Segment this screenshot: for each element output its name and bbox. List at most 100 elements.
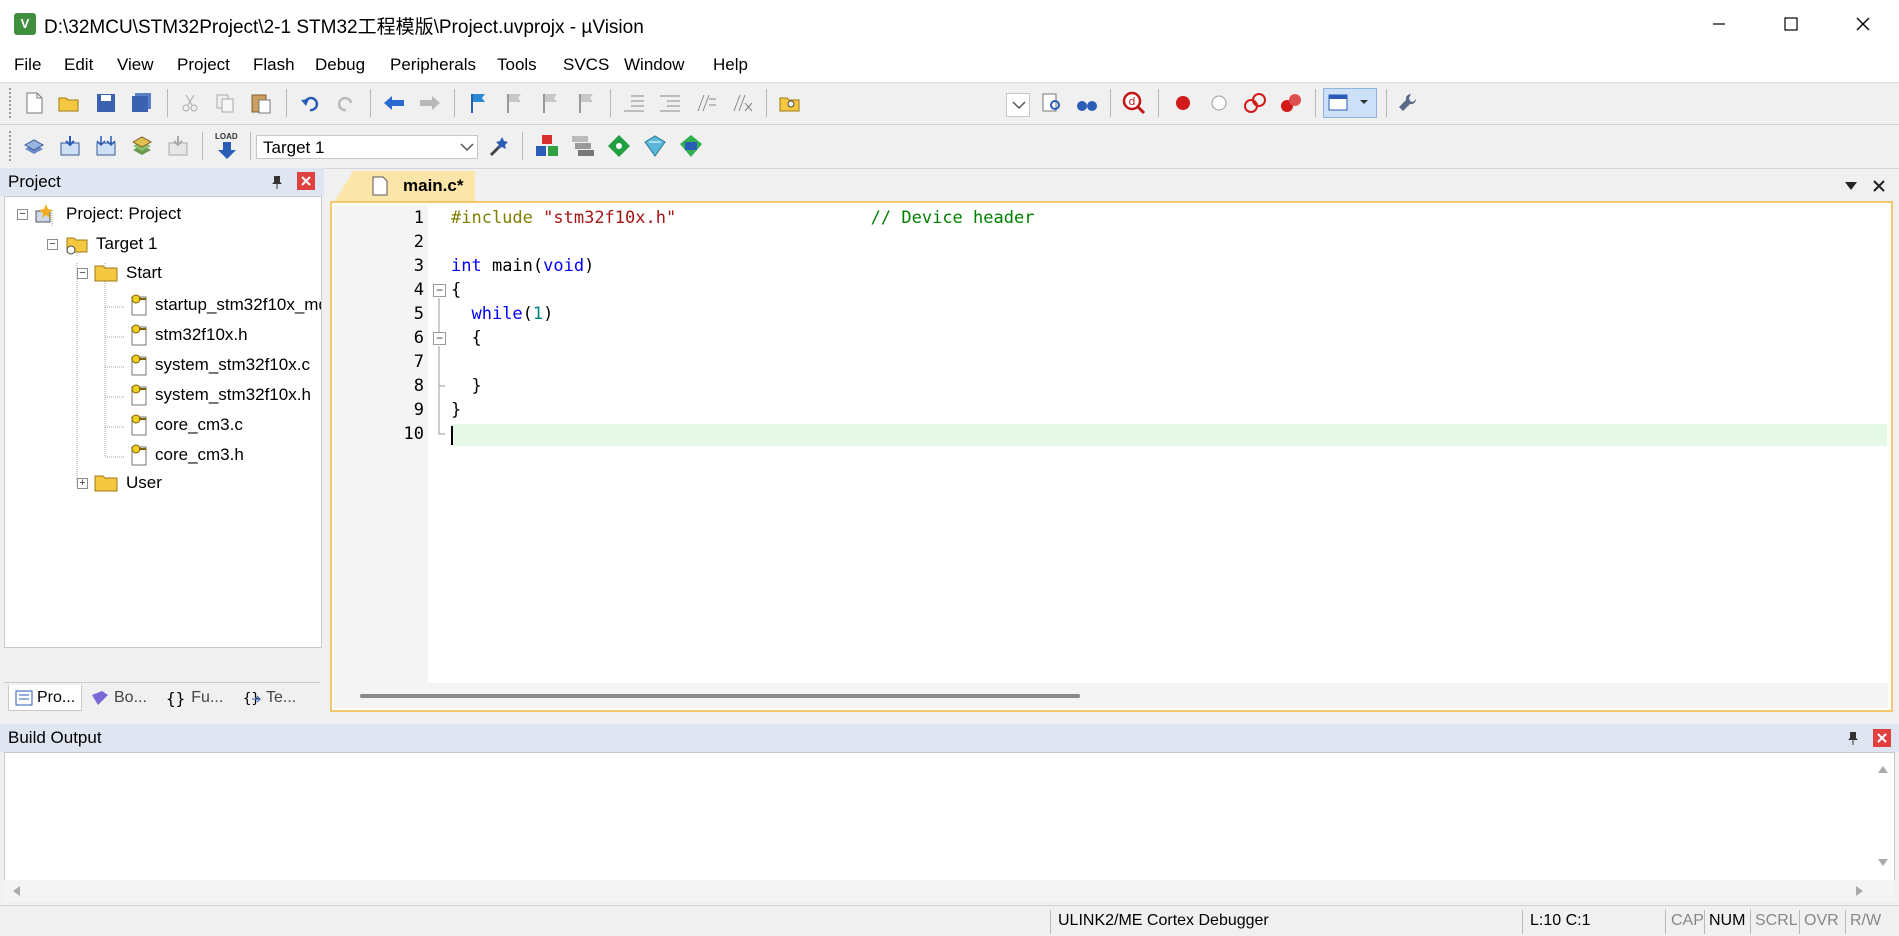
navigate-forward-button[interactable] <box>418 91 442 115</box>
collapse-toggle[interactable]: − <box>77 267 88 279</box>
toolbar-grip[interactable] <box>9 131 14 161</box>
source-file-key-icon <box>131 294 147 316</box>
tab-project[interactable]: Pro... <box>8 685 82 711</box>
select-packs-button[interactable] <box>571 134 595 158</box>
pin-icon[interactable] <box>1845 730 1861 746</box>
batch-build-button[interactable] <box>130 134 154 158</box>
close-build-output-button[interactable] <box>1873 729 1891 747</box>
close-project-pane-button[interactable] <box>297 172 315 190</box>
menu-project[interactable]: Project <box>177 55 230 75</box>
navigate-back-button[interactable] <box>382 91 406 115</box>
configure-button[interactable] <box>1396 91 1420 115</box>
menu-svcs[interactable]: SVCS <box>563 55 609 75</box>
find-text-combo[interactable] <box>1006 93 1030 117</box>
build-output-horizontal-scrollbar[interactable] <box>4 880 1895 902</box>
menu-peripherals[interactable]: Peripherals <box>390 55 476 75</box>
project-pane-header: Project <box>0 168 324 196</box>
tree-file-core-cm3-h[interactable]: core_cm3.h <box>129 443 244 467</box>
collapse-toggle[interactable]: − <box>47 238 58 250</box>
project-items-blocks-icon <box>536 135 558 156</box>
tree-file-core-cm3-c[interactable]: core_cm3.c <box>129 413 243 437</box>
pin-icon[interactable] <box>269 174 285 190</box>
menu-window[interactable]: Window <box>624 55 684 75</box>
scroll-down-icon[interactable] <box>1876 857 1890 869</box>
enable-breakpoint-button[interactable] <box>1207 91 1231 115</box>
tree-node-project-root[interactable]: − Project: Project <box>17 203 181 225</box>
tree-file-system-h[interactable]: system_stm32f10x.h <box>129 383 311 407</box>
pack-installer-button[interactable] <box>643 134 667 158</box>
close-editor-tab-icon[interactable] <box>1871 178 1887 194</box>
menu-tools[interactable]: Tools <box>497 55 537 75</box>
insert-bookmark-button[interactable] <box>466 91 490 115</box>
menu-edit[interactable]: Edit <box>64 55 93 75</box>
manage-run-time-environment-button[interactable] <box>607 134 631 158</box>
code-line-8: } <box>451 376 481 396</box>
translate-button[interactable] <box>22 134 46 158</box>
undo-button[interactable] <box>298 91 322 115</box>
menu-help[interactable]: Help <box>713 55 748 75</box>
unindent-button[interactable] <box>658 91 682 115</box>
tab-templates[interactable]: {} Te... <box>242 685 314 711</box>
paste-button[interactable] <box>249 91 273 115</box>
find-button[interactable] <box>1040 91 1064 115</box>
stop-build-button[interactable] <box>166 134 190 158</box>
options-for-target-button[interactable] <box>488 134 512 158</box>
menu-view[interactable]: View <box>117 55 154 75</box>
rebuild-button[interactable] <box>94 134 118 158</box>
clear-bookmarks-button[interactable] <box>574 91 598 115</box>
incremental-find-button[interactable] <box>1075 91 1099 115</box>
download-load-button[interactable]: LOAD <box>212 132 242 162</box>
tree-file-stm32f10x-h[interactable]: stm32f10x.h <box>129 323 248 347</box>
build-button[interactable] <box>58 134 82 158</box>
comment-selection-button[interactable] <box>694 91 718 115</box>
editor-file-tab[interactable]: main.c* <box>335 171 475 201</box>
maximize-button[interactable] <box>1755 0 1827 48</box>
menu-file[interactable]: File <box>14 55 41 75</box>
scroll-left-icon[interactable] <box>10 885 22 897</box>
minimize-button[interactable] <box>1683 0 1755 48</box>
tree-file-system-c[interactable]: system_stm32f10x.c <box>129 353 310 377</box>
kill-all-breakpoints-button[interactable] <box>1279 91 1303 115</box>
debug-session-button[interactable]: d <box>1122 91 1146 115</box>
target-select[interactable]: Target 1 <box>256 135 478 159</box>
tree-node-target[interactable]: − Target 1 <box>47 233 157 255</box>
scroll-up-icon[interactable] <box>1876 763 1890 775</box>
find-in-files-button[interactable] <box>778 91 802 115</box>
previous-bookmark-button[interactable] <box>502 91 526 115</box>
uncomment-selection-button[interactable] <box>730 91 754 115</box>
open-file-button[interactable] <box>57 91 81 115</box>
cut-button[interactable] <box>178 91 202 115</box>
redo-button[interactable] <box>334 91 358 115</box>
copy-button[interactable] <box>213 91 237 115</box>
tab-books[interactable]: Bo... <box>86 685 158 711</box>
tab-functions[interactable]: {} Fu... <box>166 685 238 711</box>
tree-node-group-user[interactable]: + User <box>77 473 162 493</box>
scroll-right-icon[interactable] <box>1854 885 1866 897</box>
tree-file-startup[interactable]: startup_stm32f10x_md.s <box>129 293 321 317</box>
pack-manager-button[interactable] <box>679 134 703 158</box>
save-all-button[interactable] <box>130 91 154 115</box>
build-output-text[interactable] <box>4 752 1895 882</box>
collapse-toggle[interactable]: − <box>17 208 28 220</box>
next-bookmark-button[interactable] <box>538 91 562 115</box>
tab-list-dropdown-icon[interactable] <box>1843 179 1859 193</box>
toolbar-grip[interactable] <box>9 88 14 118</box>
menu-flash[interactable]: Flash <box>253 55 295 75</box>
disable-all-breakpoints-button[interactable] <box>1243 91 1267 115</box>
indent-button[interactable] <box>622 91 646 115</box>
unindent-icon <box>660 95 680 112</box>
tree-node-group-start[interactable]: − Start <box>77 263 162 283</box>
expand-toggle[interactable]: + <box>77 477 88 489</box>
folder-search-icon <box>779 97 800 112</box>
save-button[interactable] <box>94 91 118 115</box>
text-cursor <box>451 426 453 445</box>
close-window-button[interactable] <box>1827 0 1899 48</box>
menu-debug[interactable]: Debug <box>315 55 365 75</box>
new-file-button[interactable] <box>22 91 46 115</box>
insert-breakpoint-button[interactable] <box>1171 91 1195 115</box>
editor-horizontal-scrollbar[interactable] <box>334 683 1888 708</box>
manage-project-items-button[interactable] <box>535 134 559 158</box>
fold-collapse-marker[interactable]: − <box>433 284 446 297</box>
scroll-thumb[interactable] <box>360 694 1080 698</box>
window-layout-button[interactable] <box>1323 88 1377 118</box>
